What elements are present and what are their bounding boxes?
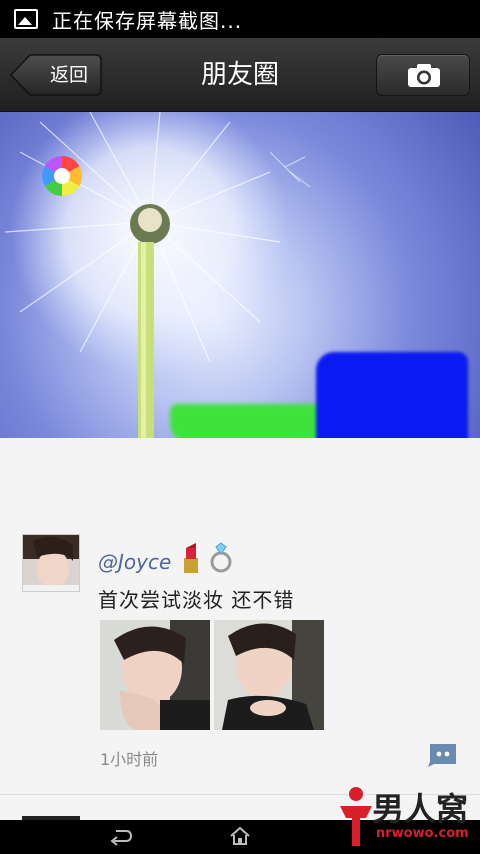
watermark-title: 男人窝 <box>372 790 469 828</box>
avatar[interactable] <box>22 534 80 592</box>
home-icon[interactable] <box>229 826 251 846</box>
ring-emoji <box>210 542 232 573</box>
comment-icon[interactable] <box>426 742 458 768</box>
redacted-username <box>170 404 330 442</box>
back-button-label: 返回 <box>49 64 88 86</box>
post-photo-2[interactable] <box>214 620 324 730</box>
post-photo-1[interactable] <box>100 620 210 730</box>
watermark-url: nrwowo.com <box>376 826 469 841</box>
post-author[interactable]: @Joyce <box>98 550 171 574</box>
back-button[interactable]: 返回 <box>10 54 102 96</box>
photo-selfie-2 <box>214 620 324 730</box>
watermark-figure-logo <box>340 787 372 846</box>
status-bar: 正在保存屏幕截图... <box>0 0 480 38</box>
camera-button[interactable] <box>376 54 470 96</box>
watermark: 男人窝 nrwowo.com <box>336 784 476 850</box>
image-icon <box>14 9 38 29</box>
moments-feed: @Joyce 首次尝试淡妆 还不错 1小时前 <box>0 438 480 820</box>
status-text: 正在保存屏幕截图... <box>52 8 243 33</box>
album-cover-icon <box>42 156 82 196</box>
camera-icon <box>408 64 440 87</box>
app-root: 正在保存屏幕截图... 返回 朋友圈 @Joyce 首次尝试淡妆 还不错 1小时… <box>0 0 480 854</box>
post-time: 1小时前 <box>100 750 159 769</box>
back-icon[interactable] <box>108 828 134 846</box>
title-bar: 返回 朋友圈 <box>0 38 480 112</box>
post-text: 首次尝试淡妆 还不错 <box>98 588 295 612</box>
page-title: 朋友圈 <box>200 60 279 90</box>
photo-selfie-1 <box>100 620 210 730</box>
avatar-photo <box>23 535 79 591</box>
lipstick-emoji <box>184 543 198 573</box>
